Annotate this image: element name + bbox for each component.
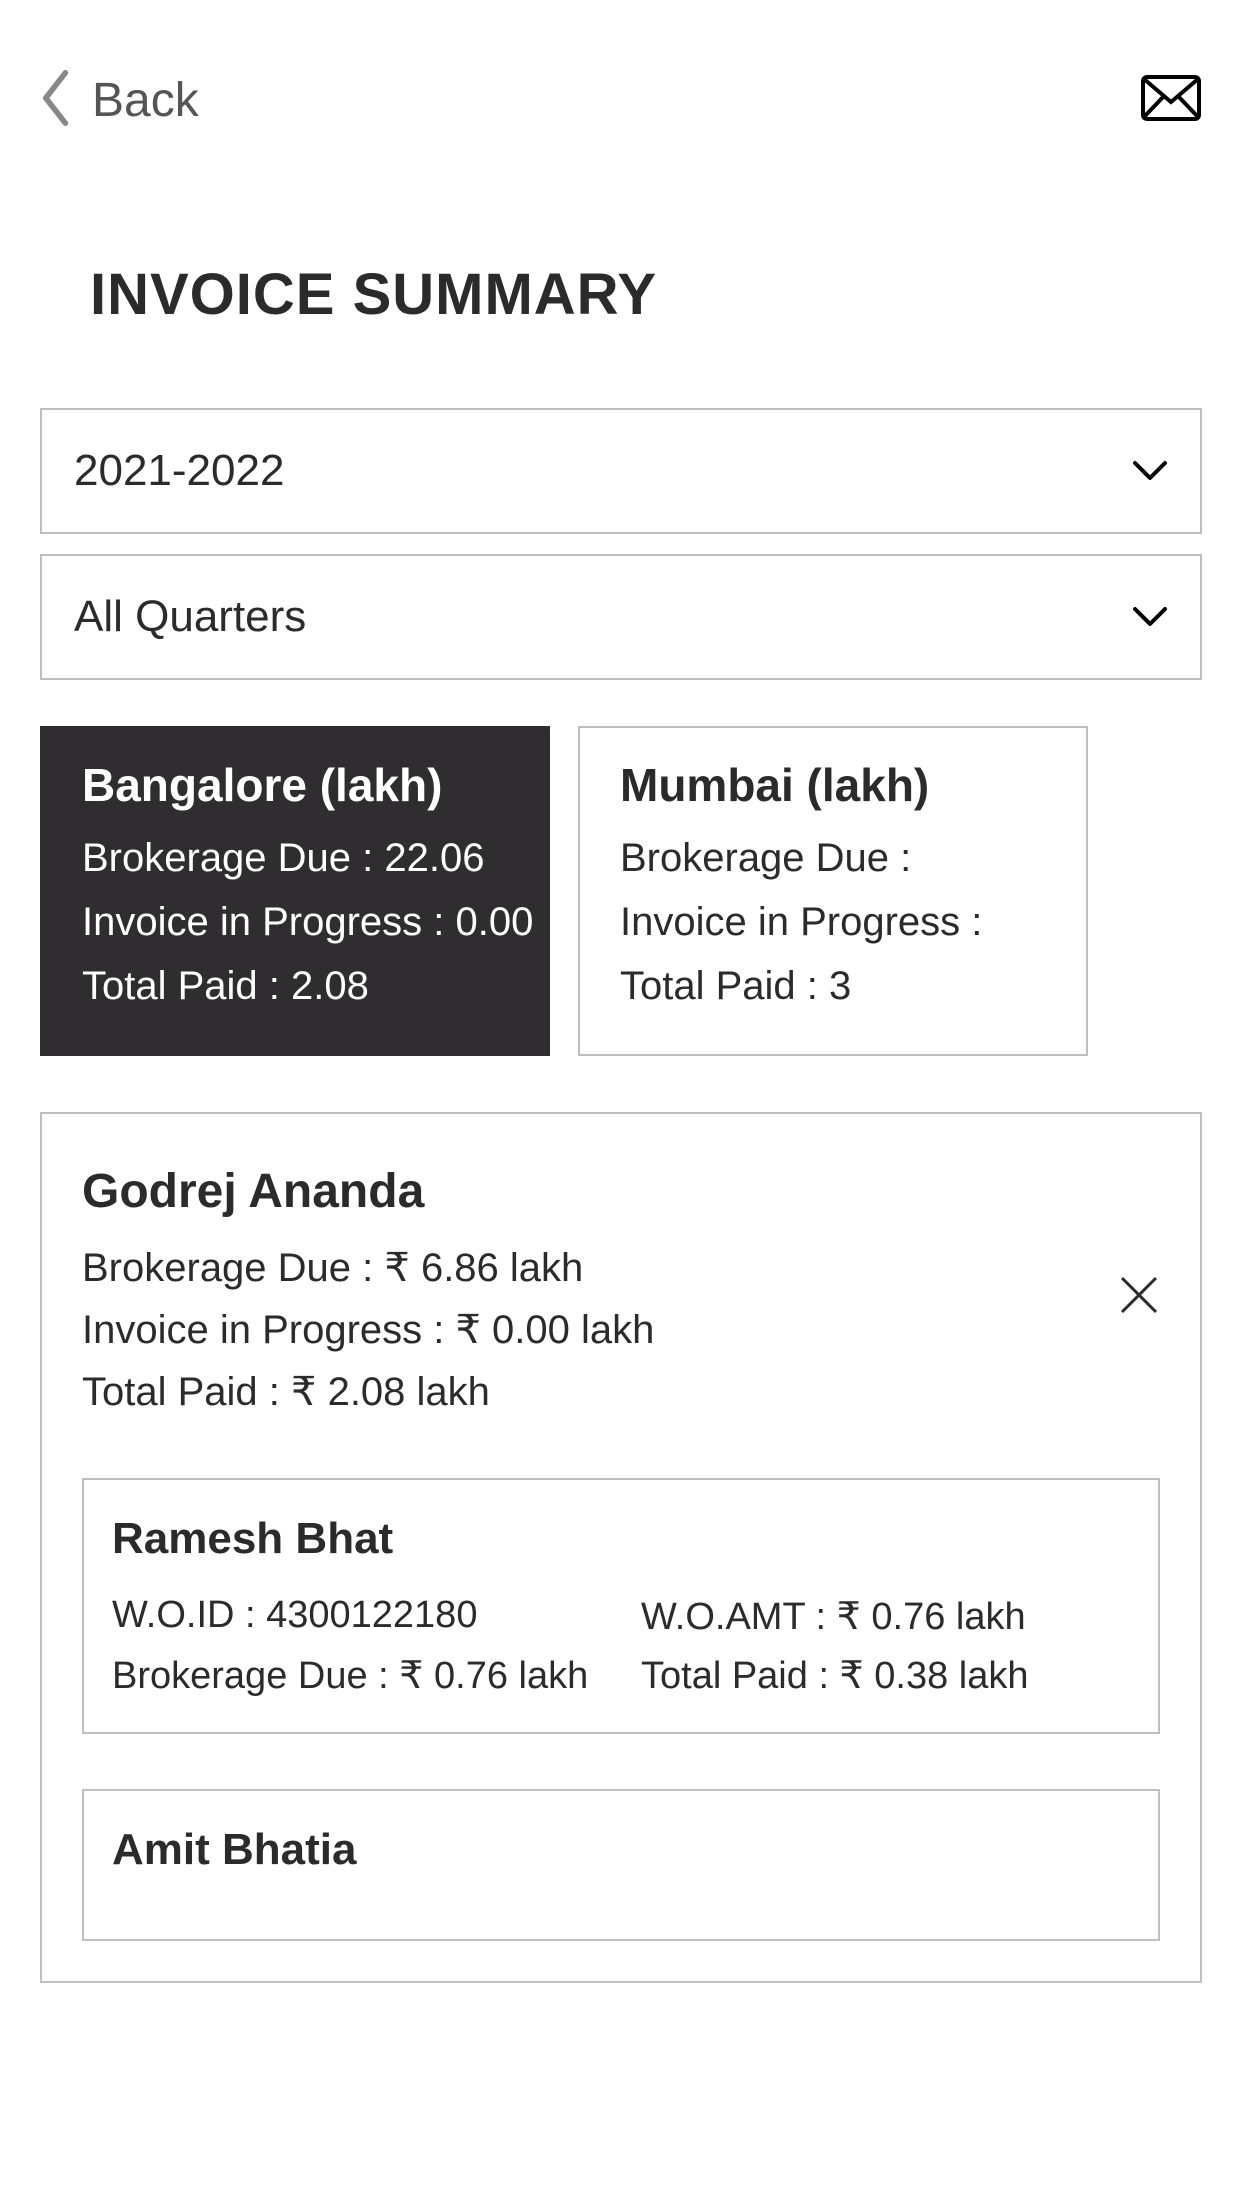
city-card-row: Bangalore (lakh) Brokerage Due : 22.06 I…	[0, 700, 1242, 1082]
customer-total-paid: Total Paid : ₹ 0.38 lakh	[621, 1653, 1130, 1698]
project-name: Godrej Ananda	[82, 1164, 654, 1219]
year-dropdown[interactable]: 2021-2022	[40, 408, 1202, 534]
city-brokerage-due: Brokerage Due :	[620, 826, 1046, 890]
close-icon[interactable]	[1118, 1164, 1160, 1321]
quarter-value: All Quarters	[74, 592, 306, 642]
city-name: Bangalore (lakh)	[82, 758, 508, 812]
back-button[interactable]: Back	[40, 70, 199, 131]
city-name: Mumbai (lakh)	[620, 758, 1046, 812]
page-title: INVOICE SUMMARY	[0, 161, 1242, 388]
quarter-dropdown[interactable]: All Quarters	[40, 554, 1202, 680]
chevron-down-icon	[1132, 606, 1168, 628]
year-value: 2021-2022	[74, 446, 284, 496]
project-total-paid: Total Paid : ₹ 2.08 lakh	[82, 1361, 654, 1423]
customer-wo-id: W.O.ID : 4300122180	[112, 1594, 621, 1639]
mail-icon[interactable]	[1140, 74, 1202, 127]
customer-card[interactable]: Ramesh Bhat W.O.ID : 4300122180 W.O.AMT …	[82, 1478, 1160, 1734]
customer-card[interactable]: Amit Bhatia	[82, 1789, 1160, 1941]
chevron-left-icon	[40, 70, 74, 131]
project-invoice-in-progress: Invoice in Progress : ₹ 0.00 lakh	[82, 1299, 654, 1361]
project-card: Godrej Ananda Brokerage Due : ₹ 6.86 lak…	[40, 1112, 1202, 1983]
customer-name: Amit Bhatia	[112, 1825, 1130, 1875]
city-total-paid: Total Paid : 2.08	[82, 954, 508, 1018]
project-brokerage-due: Brokerage Due : ₹ 6.86 lakh	[82, 1237, 654, 1299]
city-card-bangalore[interactable]: Bangalore (lakh) Brokerage Due : 22.06 I…	[40, 726, 550, 1056]
city-total-paid: Total Paid : 3	[620, 954, 1046, 1018]
customer-wo-amt: W.O.AMT : ₹ 0.76 lakh	[621, 1594, 1130, 1639]
customer-name: Ramesh Bhat	[112, 1514, 1130, 1564]
city-invoice-in-progress: Invoice in Progress : 0.00	[82, 890, 508, 954]
chevron-down-icon	[1132, 460, 1168, 482]
customer-brokerage-due: Brokerage Due : ₹ 0.76 lakh	[112, 1653, 621, 1698]
city-card-mumbai[interactable]: Mumbai (lakh) Brokerage Due : Invoice in…	[578, 726, 1088, 1056]
city-brokerage-due: Brokerage Due : 22.06	[82, 826, 508, 890]
city-invoice-in-progress: Invoice in Progress :	[620, 890, 1046, 954]
back-label: Back	[92, 73, 199, 128]
